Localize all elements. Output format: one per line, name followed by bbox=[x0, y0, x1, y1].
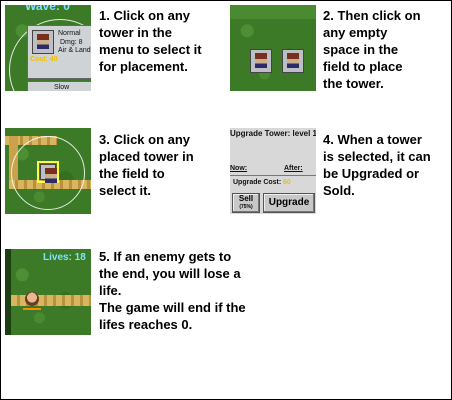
upgrade-title: Upgrade Tower: level 1 bbox=[230, 129, 316, 138]
step-5-line: The game will end if the bbox=[99, 300, 246, 315]
step-4-line: is selected, it can bbox=[323, 149, 431, 164]
step-5-line: the end, you will lose a bbox=[99, 266, 241, 281]
step-5-line: lifes reaches 0. bbox=[99, 317, 193, 332]
tower-damage: Dmg: 8 bbox=[60, 39, 83, 46]
thumb-place-tower bbox=[230, 5, 316, 91]
step-5-line: 5. If an enemy gets to bbox=[99, 249, 232, 264]
thumb-upgrade-panel: Upgrade Tower: level 1 Now: After: Upgra… bbox=[230, 128, 316, 214]
tower-menu-card[interactable]: Normal Dmg: 8 Air & Land Cost: 40 bbox=[27, 25, 91, 79]
upgrade-cost-label: Upgrade Cost: bbox=[233, 179, 282, 186]
step-2-line: space in the bbox=[323, 42, 399, 57]
selection-box[interactable] bbox=[37, 161, 59, 183]
after-label: After: bbox=[284, 165, 303, 172]
grass-strip bbox=[230, 5, 316, 19]
upgrade-cost-value: 60 bbox=[283, 179, 291, 186]
sell-percent: (75%) bbox=[239, 204, 253, 210]
step-1-line: menu to select it bbox=[99, 42, 202, 57]
tutorial-panel: Wave: 0 Normal Dmg: 8 Air & Land Cost: 4… bbox=[0, 0, 452, 400]
tower-name: Normal bbox=[58, 30, 81, 37]
step-4-line: be Upgraded or bbox=[323, 166, 420, 181]
step-3-line: placed tower in bbox=[99, 149, 194, 164]
step-4-line: 4. When a tower bbox=[323, 132, 422, 147]
now-label: Now: bbox=[230, 165, 248, 172]
step-1-line: tower in the bbox=[99, 25, 172, 40]
thumb-tower-menu: Wave: 0 Normal Dmg: 8 Air & Land Cost: 4… bbox=[5, 5, 91, 91]
tower-name-slow: Slow bbox=[54, 84, 70, 91]
thumb-select-tower bbox=[5, 128, 91, 214]
step-3-line: the field to bbox=[99, 166, 165, 181]
tower-placed[interactable] bbox=[282, 49, 304, 73]
wave-label: Wave: 0 bbox=[25, 5, 70, 13]
step-3-line: 3. Click on any bbox=[99, 132, 191, 147]
tower-placed[interactable] bbox=[250, 49, 272, 73]
step-4-line: Sold. bbox=[323, 183, 355, 198]
step-1-line: for placement. bbox=[99, 59, 188, 74]
tower-target: Air & Land bbox=[58, 47, 91, 54]
tower-selected[interactable] bbox=[40, 164, 57, 183]
step-1-text: 1. Click on any tower in the menu to sel… bbox=[99, 7, 202, 75]
step-2-text: 2. Then click on any empty space in the … bbox=[323, 7, 421, 92]
upgrade-button[interactable]: Upgrade bbox=[263, 193, 315, 213]
enemy-unit bbox=[25, 292, 39, 306]
step-5-line: life. bbox=[99, 283, 122, 298]
thumb-enemy-end: Lives: 18 bbox=[5, 249, 91, 335]
enemy-path bbox=[11, 295, 91, 306]
sell-button[interactable]: Sell (75%) bbox=[232, 193, 260, 213]
step-2-line: the tower. bbox=[323, 76, 384, 91]
step-2-line: 2. Then click on bbox=[323, 8, 421, 23]
tower-icon-normal[interactable] bbox=[32, 30, 54, 54]
sell-label: Sell bbox=[238, 194, 254, 203]
step-3-text: 3. Click on any placed tower in the fiel… bbox=[99, 131, 194, 199]
field-edge bbox=[5, 249, 11, 335]
enemy-health-bar bbox=[23, 308, 41, 310]
step-1-line: 1. Click on any bbox=[99, 8, 191, 23]
step-5-text: 5. If an enemy gets to the end, you will… bbox=[99, 248, 246, 333]
step-2-line: any empty bbox=[323, 25, 388, 40]
step-2-line: field to place bbox=[323, 59, 403, 74]
tower-cost: Cost: 40 bbox=[30, 56, 58, 63]
step-4-text: 4. When a tower is selected, it can be U… bbox=[323, 131, 431, 199]
tower-menu-card-slow[interactable]: Slow bbox=[27, 81, 91, 91]
divider bbox=[230, 175, 316, 176]
step-3-line: select it. bbox=[99, 183, 152, 198]
lives-label: Lives: 18 bbox=[43, 252, 86, 263]
